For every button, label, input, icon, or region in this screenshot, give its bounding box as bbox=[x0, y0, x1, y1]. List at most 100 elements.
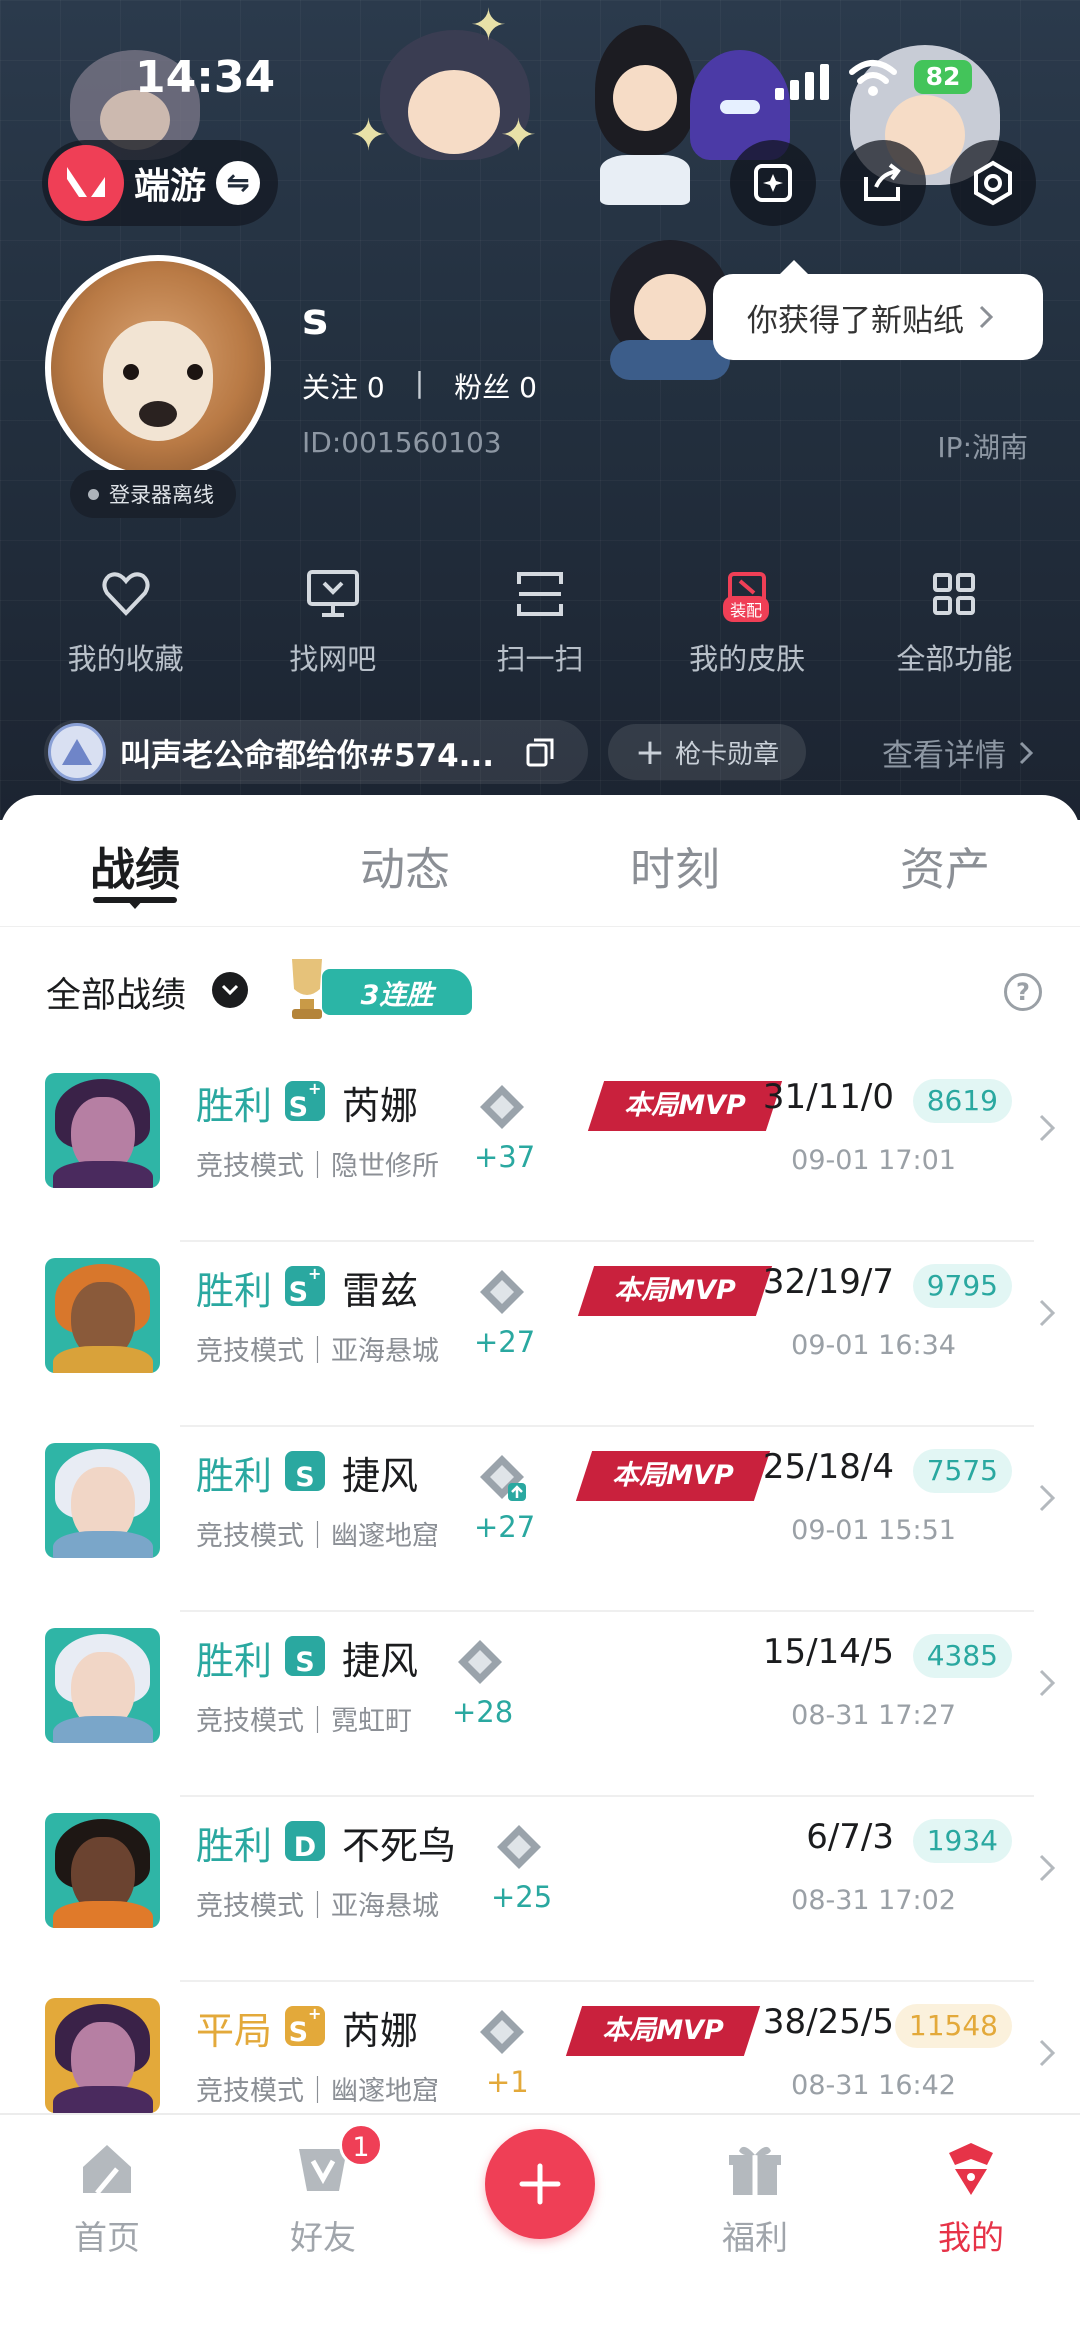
agent-name: 不死鸟 bbox=[342, 1824, 457, 1868]
agent-name: 捷风 bbox=[342, 1454, 419, 1498]
tab-record[interactable]: 战绩 bbox=[0, 795, 270, 926]
toast-text: 你获得了新贴纸 bbox=[747, 302, 964, 339]
chevron-down-icon[interactable] bbox=[212, 972, 248, 1008]
rank-rating-change: +27 bbox=[474, 1325, 536, 1359]
nav-profile[interactable]: 我的 bbox=[881, 2139, 1061, 2259]
share-button[interactable] bbox=[840, 140, 926, 226]
app-name: 端游 bbox=[134, 166, 207, 207]
match-result: 胜利 bbox=[196, 1639, 273, 1683]
sticker-icon bbox=[754, 164, 792, 202]
match-row[interactable]: 胜利 S 捷风 竞技模式｜霓虹町 +28 15/14/5 4385 08-31 … bbox=[0, 1612, 1080, 1797]
equip-tag: 装配 bbox=[723, 596, 770, 622]
rank-badge: S bbox=[285, 1451, 325, 1493]
home-icon bbox=[83, 2145, 131, 2195]
match-row[interactable]: 胜利 S+ 雷兹 竞技模式｜亚海悬城 +27 本局MVP 32/19/7 979… bbox=[0, 1242, 1080, 1427]
quick-action-label: 找网吧 bbox=[289, 642, 377, 676]
nav-friends[interactable]: 1 好友 bbox=[233, 2123, 413, 2259]
status-bar: 14:34 82 bbox=[0, 48, 1080, 108]
following-label: 关注 bbox=[302, 371, 359, 404]
avatar[interactable] bbox=[45, 255, 271, 481]
new-sticker-toast[interactable]: 你获得了新贴纸 bbox=[713, 260, 1043, 360]
signal-icon bbox=[775, 60, 829, 100]
agent-portrait bbox=[45, 1813, 160, 1928]
match-result: 胜利 bbox=[196, 1454, 273, 1498]
swap-icon: ⇋ bbox=[216, 161, 261, 205]
avatar-dog-eye bbox=[187, 364, 203, 380]
wifi-icon bbox=[849, 60, 897, 96]
app-switch-button[interactable]: 端游 ⇋ bbox=[42, 140, 279, 226]
quick-action-favorites[interactable]: 我的收藏 bbox=[36, 564, 216, 678]
nav-home[interactable]: 首页 bbox=[17, 2139, 197, 2259]
share-icon bbox=[864, 163, 901, 201]
fans-link[interactable]: 粉丝 0 bbox=[454, 366, 537, 406]
login-status-text: 登录器离线 bbox=[109, 483, 214, 507]
quick-action-skins[interactable]: 装配 我的皮肤 bbox=[657, 564, 837, 678]
valorant-logo-icon bbox=[48, 145, 124, 221]
quick-action-label: 扫一扫 bbox=[496, 642, 584, 676]
chevron-right-icon bbox=[1039, 1114, 1056, 1142]
nav-benefits[interactable]: 福利 bbox=[665, 2139, 845, 2259]
nav-label: 我的 bbox=[938, 2218, 1004, 2257]
match-mode-map: 竞技模式｜幽邃地窟 bbox=[196, 2076, 439, 2107]
kda: 15/14/5 bbox=[762, 1632, 894, 1672]
settings-button[interactable] bbox=[950, 140, 1036, 226]
tab-label: 资产 bbox=[899, 843, 990, 896]
chevron-right-icon bbox=[1019, 741, 1034, 764]
match-row[interactable]: 胜利 D 不死鸟 竞技模式｜亚海悬城 +25 6/7/3 1934 08-31 … bbox=[0, 1797, 1080, 1982]
sticker-decoration-new bbox=[610, 240, 730, 380]
copy-icon[interactable] bbox=[524, 736, 556, 768]
view-details-link[interactable]: 查看详情 bbox=[882, 730, 1034, 775]
quick-action-label: 我的皮肤 bbox=[689, 642, 806, 676]
match-row[interactable]: 平局 S+ 芮娜 竞技模式｜幽邃地窟 +1 本局MVP 38/25/5 1154… bbox=[0, 1982, 1080, 2115]
combat-score: 9795 bbox=[912, 1264, 1012, 1308]
rank-letter: S bbox=[295, 1462, 315, 1493]
match-mode-map: 竞技模式｜隐世修所 bbox=[196, 1151, 439, 1182]
tab-assets[interactable]: 资产 bbox=[810, 795, 1080, 926]
rank-badge: S bbox=[285, 1636, 325, 1678]
gun-card-medal-button[interactable]: + 枪卡勋章 bbox=[608, 724, 806, 780]
fans-label: 粉丝 bbox=[454, 371, 511, 404]
record-filter-dropdown[interactable]: 全部战绩 bbox=[46, 967, 186, 1018]
help-icon[interactable]: ? bbox=[1004, 973, 1042, 1011]
create-post-button[interactable] bbox=[485, 2129, 595, 2239]
rank-diamond-icon bbox=[480, 1085, 524, 1129]
agent-portrait bbox=[45, 1258, 160, 1373]
match-time: 08-31 16:42 bbox=[791, 2070, 956, 2101]
rank-plus: + bbox=[308, 1264, 322, 1283]
sticker-button[interactable] bbox=[730, 140, 816, 226]
guild-name-pill[interactable]: 叫声老公命都给你#574... bbox=[44, 720, 588, 784]
match-list: 胜利 S+ 芮娜 竞技模式｜隐世修所 +37 本局MVP 31/11/0 861… bbox=[0, 1057, 1080, 2115]
tab-moments[interactable]: 时刻 bbox=[540, 795, 810, 926]
mvp-label: 本局MVP bbox=[612, 1460, 734, 1491]
rank-badge: S+ bbox=[285, 1264, 325, 1308]
combat-score: 11548 bbox=[894, 2004, 1012, 2048]
monitor-icon bbox=[303, 564, 363, 624]
notification-badge: 1 bbox=[339, 2123, 383, 2167]
rank-rating-change: +28 bbox=[452, 1695, 514, 1729]
rank-letter: S bbox=[295, 1647, 315, 1678]
rank-badge: D bbox=[285, 1821, 325, 1863]
rank-letter: S bbox=[288, 2017, 309, 2048]
chevron-right-icon bbox=[1039, 1299, 1056, 1327]
following-link[interactable]: 关注 0 bbox=[302, 366, 385, 406]
kda: 38/25/5 bbox=[762, 2002, 894, 2042]
sparkle-icon: ✦ bbox=[470, 0, 507, 51]
match-row[interactable]: 胜利 S+ 芮娜 竞技模式｜隐世修所 +37 本局MVP 31/11/0 861… bbox=[0, 1057, 1080, 1242]
match-row[interactable]: 胜利 S 捷风 竞技模式｜幽邃地窟 +27 本局MVP 25/18/4 7575… bbox=[0, 1427, 1080, 1612]
quick-action-netcafe[interactable]: 找网吧 bbox=[243, 564, 423, 678]
profile-icon bbox=[949, 2143, 993, 2195]
mvp-badge: 本局MVP bbox=[575, 1451, 771, 1501]
match-result: 平局 bbox=[196, 2009, 273, 2053]
chevron-right-icon bbox=[1039, 1854, 1056, 1882]
sparkle-icon: ✦ bbox=[350, 110, 387, 161]
tab-feed[interactable]: 动态 bbox=[270, 795, 540, 926]
quick-action-all-features[interactable]: 全部功能 bbox=[864, 564, 1044, 678]
combat-score: 7575 bbox=[912, 1449, 1012, 1493]
tab-label: 动态 bbox=[359, 843, 450, 896]
agent-portrait bbox=[45, 1443, 160, 1558]
username: s bbox=[302, 294, 329, 345]
match-time: 09-01 17:01 bbox=[791, 1145, 956, 1176]
quick-action-scan[interactable]: 扫一扫 bbox=[450, 564, 630, 678]
battery-indicator: 82 bbox=[914, 60, 972, 94]
gift-icon bbox=[729, 2146, 781, 2195]
